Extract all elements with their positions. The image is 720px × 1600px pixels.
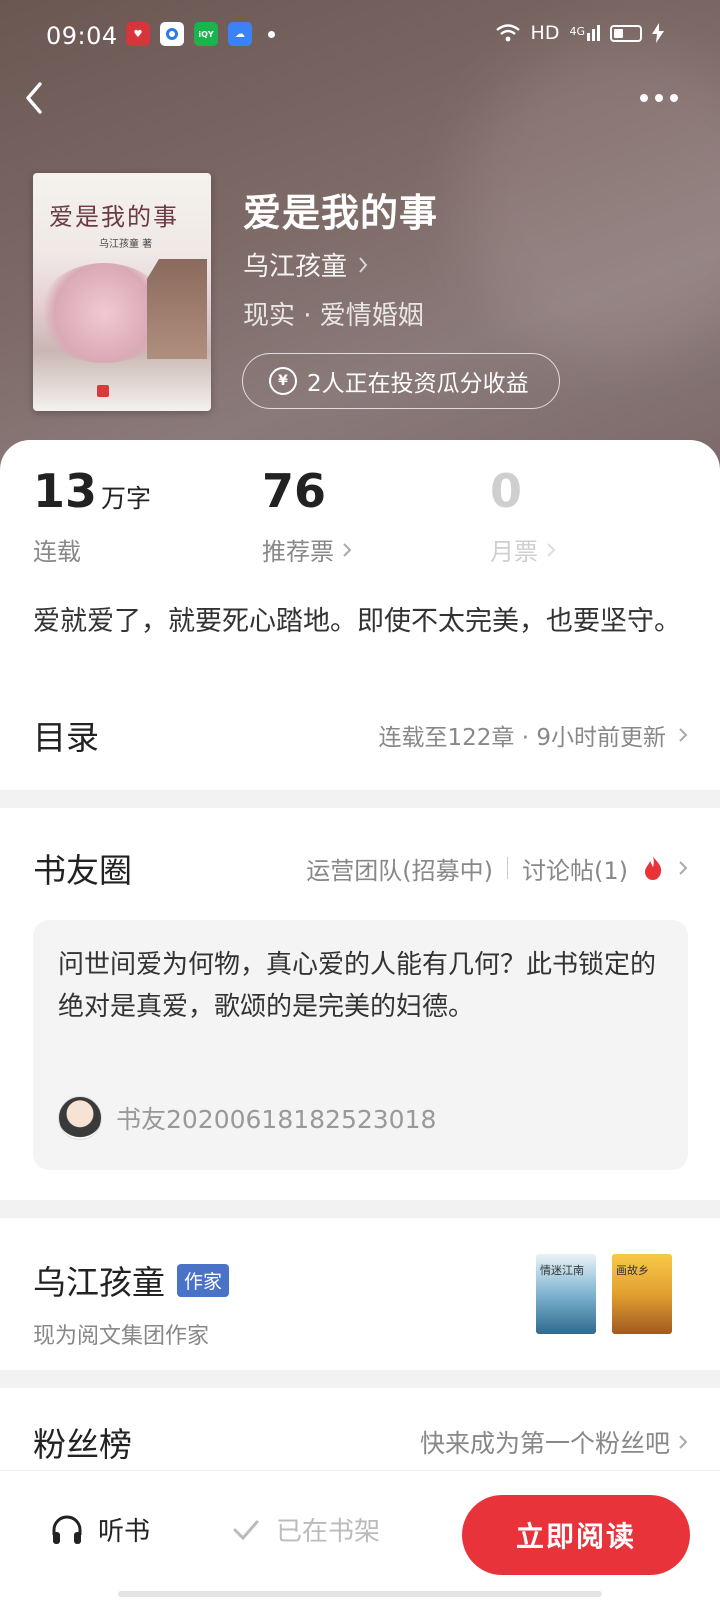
word-count-value: 13	[33, 464, 98, 518]
book-header-background: 09:04 ♥ iQY ☁ HD 4G 爱是我的事 乌江孩童 著 爱是我的事 乌…	[0, 0, 720, 470]
author-subtitle: 现为阅文集团作家	[33, 1324, 210, 1349]
read-now-button[interactable]: 立即阅读	[462, 1495, 690, 1575]
chevron-right-icon	[343, 542, 352, 557]
listen-label: 听书	[98, 1517, 151, 1547]
notification-dot-icon	[268, 30, 275, 38]
toc-meta: 连载至122章 · 9小时前更新	[378, 725, 666, 751]
cloud-app-icon: ☁	[228, 22, 252, 46]
bookshelf-button[interactable]: 已在书架	[232, 1511, 380, 1548]
author-card[interactable]: 乌江孩童 作家 现为阅文集团作家 情迷江南 画故乡	[0, 1218, 720, 1370]
chevron-right-icon	[679, 1435, 688, 1449]
author-book-cover[interactable]: 画故乡	[612, 1254, 672, 1334]
book-intro: 爱就爱了，就要死心踏地。即使不太完美，也要坚守。	[33, 606, 681, 637]
reader-circle-header: 书友圈 运营团队(招募中) 讨论帖(1)	[33, 844, 688, 892]
chevron-right-icon	[679, 861, 688, 875]
post-text: 问世间爱为何物，真心爱的人能有几何？此书锁定的绝对是真爱，歌颂的是完美的妇德。	[58, 950, 657, 1022]
word-count-unit: 万字	[101, 484, 152, 513]
chevron-right-icon	[679, 728, 688, 742]
recommend-votes-stat[interactable]: 76 推荐票	[262, 468, 352, 567]
video-app-icon: iQY	[194, 22, 218, 46]
word-count-label: 连载	[33, 538, 81, 566]
avatar	[58, 1096, 102, 1140]
invest-text: 2人正在投资瓜分收益	[307, 371, 529, 397]
bottom-action-bar: 听书 已在书架 立即阅读	[0, 1470, 720, 1600]
chevron-right-icon	[547, 542, 556, 557]
battery-icon	[610, 24, 642, 42]
bookshelf-label: 已在书架	[276, 1517, 381, 1547]
chevron-right-icon	[359, 256, 368, 273]
status-bar: 09:04 ♥ iQY ☁ HD 4G	[0, 0, 720, 72]
book-cover[interactable]: 爱是我的事 乌江孩童 著	[33, 173, 211, 411]
listen-button[interactable]: 听书	[50, 1511, 150, 1548]
fans-ranking-card: 粉丝榜 快来成为第一个粉丝吧	[0, 1388, 720, 1470]
recommend-votes-label: 推荐票	[262, 538, 334, 566]
discussion-link[interactable]: 讨论帖(1)	[522, 851, 628, 886]
post-username: 书友20200618182523018	[116, 1105, 437, 1134]
invest-button[interactable]: ¥ 2人正在投资瓜分收益	[242, 353, 560, 409]
hd-label: HD	[530, 22, 560, 44]
monthly-votes-label: 月票	[490, 538, 538, 566]
table-of-contents-row[interactable]: 目录 连载至122章 · 9小时前更新	[33, 710, 688, 760]
fans-ranking-row[interactable]: 粉丝榜 快来成为第一个粉丝吧	[33, 1418, 688, 1466]
author-badge: 作家	[177, 1263, 230, 1297]
status-time: 09:04	[46, 22, 118, 50]
toc-title: 目录	[33, 718, 99, 757]
author-book-cover[interactable]: 情迷江南	[536, 1254, 596, 1334]
more-options-button[interactable]	[640, 88, 686, 108]
featured-post[interactable]: 问世间爱为何物，真心爱的人能有几何？此书锁定的绝对是真爱，歌颂的是完美的妇德。 …	[33, 920, 688, 1170]
book-genre: 现实 · 爱情婚姻	[243, 301, 424, 331]
status-indicators: HD 4G	[495, 22, 664, 44]
reader-circle-card: 书友圈 运营团队(招募中) 讨论帖(1) 问世间爱为何物，真心爱的人能有几何？此…	[0, 808, 720, 1200]
headphones-icon	[52, 1515, 82, 1544]
yen-icon: ¥	[269, 367, 297, 395]
circle-app-icon	[160, 22, 184, 46]
fans-meta: 快来成为第一个粉丝吧	[419, 1429, 670, 1458]
word-count-stat: 13 万字 连载	[33, 468, 151, 567]
recommend-votes-value: 76	[262, 464, 327, 518]
cover-author: 乌江孩童 著	[99, 239, 153, 250]
book-author-name: 乌江孩童	[243, 252, 348, 282]
post-user: 书友20200618182523018	[58, 1096, 436, 1140]
fire-icon	[645, 856, 662, 880]
charging-bolt-icon	[652, 23, 664, 43]
monthly-votes-value: 0	[490, 464, 523, 518]
signal-icon: 4G	[569, 25, 600, 41]
divider	[507, 857, 508, 879]
author-name: 乌江孩童	[33, 1263, 165, 1302]
book-info-card: 13 万字 连载 76 推荐票 0 月票 爱就爱了，就要死心踏地。即使不太完美，也…	[0, 440, 720, 790]
check-icon	[233, 1520, 259, 1540]
wifi-icon	[495, 24, 520, 42]
reader-circle-title: 书友圈	[33, 851, 132, 890]
chevron-left-icon	[26, 82, 42, 114]
home-indicator	[118, 1591, 602, 1597]
author-name-row: 乌江孩童 作家	[33, 1256, 230, 1304]
fans-title: 粉丝榜	[33, 1425, 132, 1464]
ops-team-link[interactable]: 运营团队(招募中)	[306, 851, 493, 886]
monthly-votes-stat[interactable]: 0 月票	[490, 468, 556, 567]
status-app-icons: ♥ iQY ☁	[126, 22, 275, 46]
publisher-logo-icon	[97, 385, 109, 397]
book-author-link[interactable]: 乌江孩童	[243, 246, 369, 283]
book-title: 爱是我的事	[243, 190, 439, 235]
cover-title: 爱是我的事	[49, 203, 179, 231]
heart-app-icon: ♥	[126, 22, 150, 46]
more-dots-icon	[640, 94, 648, 102]
cover-house-illustration	[147, 259, 207, 359]
back-button[interactable]	[18, 78, 54, 118]
